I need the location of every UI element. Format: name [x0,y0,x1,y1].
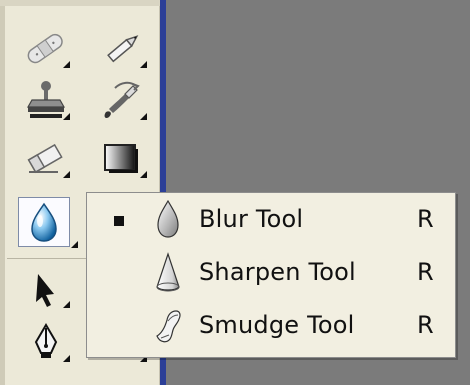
menu-item-blur-tool[interactable]: Blur Tool R [87,193,457,245]
blur-drop-icon [149,197,187,241]
tool-flyout-indicator [63,113,70,120]
menu-item-sharpen-tool[interactable]: Sharpen Tool R [87,246,457,298]
sharpen-cone-icon [149,250,187,294]
tool-flyout-indicator [140,171,147,178]
menu-item-smudge-tool[interactable]: Smudge Tool R [87,299,457,351]
tool-flyout-indicator [140,113,147,120]
gradient-tool[interactable] [95,134,151,182]
path-selection-tool[interactable] [18,264,74,312]
tool-flyout-indicator [63,301,70,308]
history-brush-tool[interactable] [95,76,151,124]
blur-drop-icon [31,202,57,242]
pen-tool[interactable] [18,318,74,366]
toolbox-left-frame [0,0,5,385]
selected-bullet [114,216,124,226]
tool-flyout-indicator [63,171,70,178]
toolbox-top-frame [0,0,160,6]
menu-item-label: Blur Tool [199,205,304,233]
menu-item-shortcut: R [417,311,434,339]
menu-item-shortcut: R [417,205,434,233]
eraser-tool[interactable] [18,134,74,182]
healing-brush-tool[interactable] [18,24,74,72]
smudge-finger-icon [149,303,187,347]
menu-item-label: Smudge Tool [199,311,355,339]
clone-stamp-tool[interactable] [18,76,74,124]
tool-flyout-menu: Blur Tool R Sharpen Tool R Smudge Tool R [86,192,456,358]
tool-flyout-indicator [63,355,70,362]
menu-item-label: Sharpen Tool [199,258,356,286]
menu-item-shortcut: R [417,258,434,286]
blur-tool[interactable] [18,197,78,248]
tool-flyout-indicator [63,61,70,68]
tool-flyout-indicator [140,61,147,68]
pencil-tool[interactable] [95,24,151,72]
tool-flyout-indicator [71,241,78,248]
